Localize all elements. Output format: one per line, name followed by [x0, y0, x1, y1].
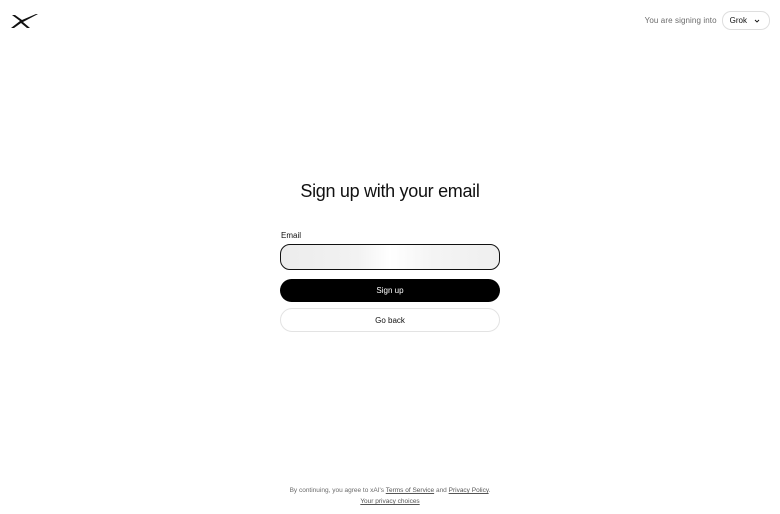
chevron-down-icon: [754, 19, 760, 23]
privacy-choices-link[interactable]: Your privacy choices: [360, 498, 419, 505]
product-select-dropdown[interactable]: Grok: [721, 11, 770, 30]
product-switcher: You are signing into Grok: [645, 11, 770, 30]
terms-of-service-link[interactable]: Terms of Service: [386, 487, 434, 494]
email-field[interactable]: [280, 244, 500, 270]
email-label: Email: [281, 231, 302, 240]
legal-period: .: [488, 487, 491, 494]
legal-line: By continuing, you agree to xAI's Terms …: [0, 485, 780, 496]
xai-logo-icon[interactable]: [10, 13, 38, 29]
legal-and-text: and: [435, 487, 447, 494]
privacy-choices-line: Your privacy choices: [0, 496, 780, 507]
signing-into-text: You are signing into: [644, 16, 717, 25]
sign-up-button[interactable]: Sign up: [280, 279, 500, 302]
page-title: Sign up with your email: [300, 181, 480, 201]
legal-prefix-text: By continuing, you agree to xAI's: [289, 487, 385, 494]
go-back-button[interactable]: Go back: [280, 308, 500, 332]
page: You are signing into Grok Sign up with y…: [0, 0, 780, 514]
product-select-value: Grok: [729, 16, 747, 25]
legal-footer: By continuing, you agree to xAI's Terms …: [0, 485, 780, 507]
privacy-policy-link[interactable]: Privacy Policy: [449, 487, 489, 494]
